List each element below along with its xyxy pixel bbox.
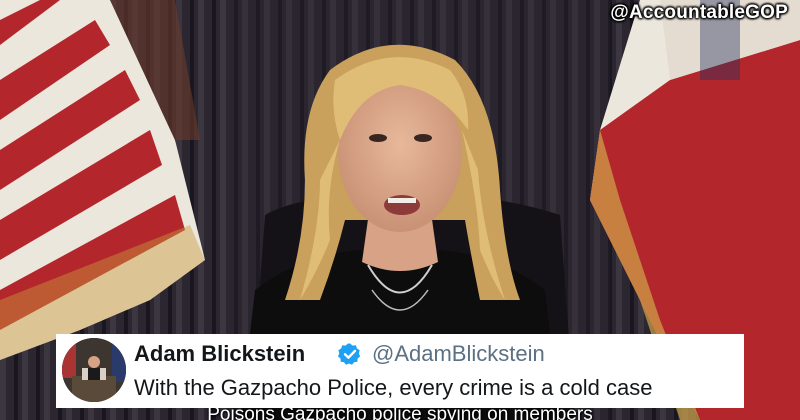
- avatar-image: [62, 338, 126, 402]
- video-still: @AccountableGOP Poisons Gazpacho police …: [0, 0, 800, 420]
- tweet-card[interactable]: Adam Blickstein @AdamBlickstein With the…: [56, 334, 744, 408]
- tweet-text: With the Gazpacho Police, every crime is…: [134, 375, 653, 400]
- verified-badge-icon: [338, 343, 361, 365]
- watermark-handle: @AccountableGOP: [610, 2, 788, 23]
- tweet-author-handle[interactable]: @AdamBlickstein: [372, 341, 545, 367]
- avatar[interactable]: [62, 338, 126, 402]
- tweet-author-name[interactable]: Adam Blickstein: [134, 341, 305, 367]
